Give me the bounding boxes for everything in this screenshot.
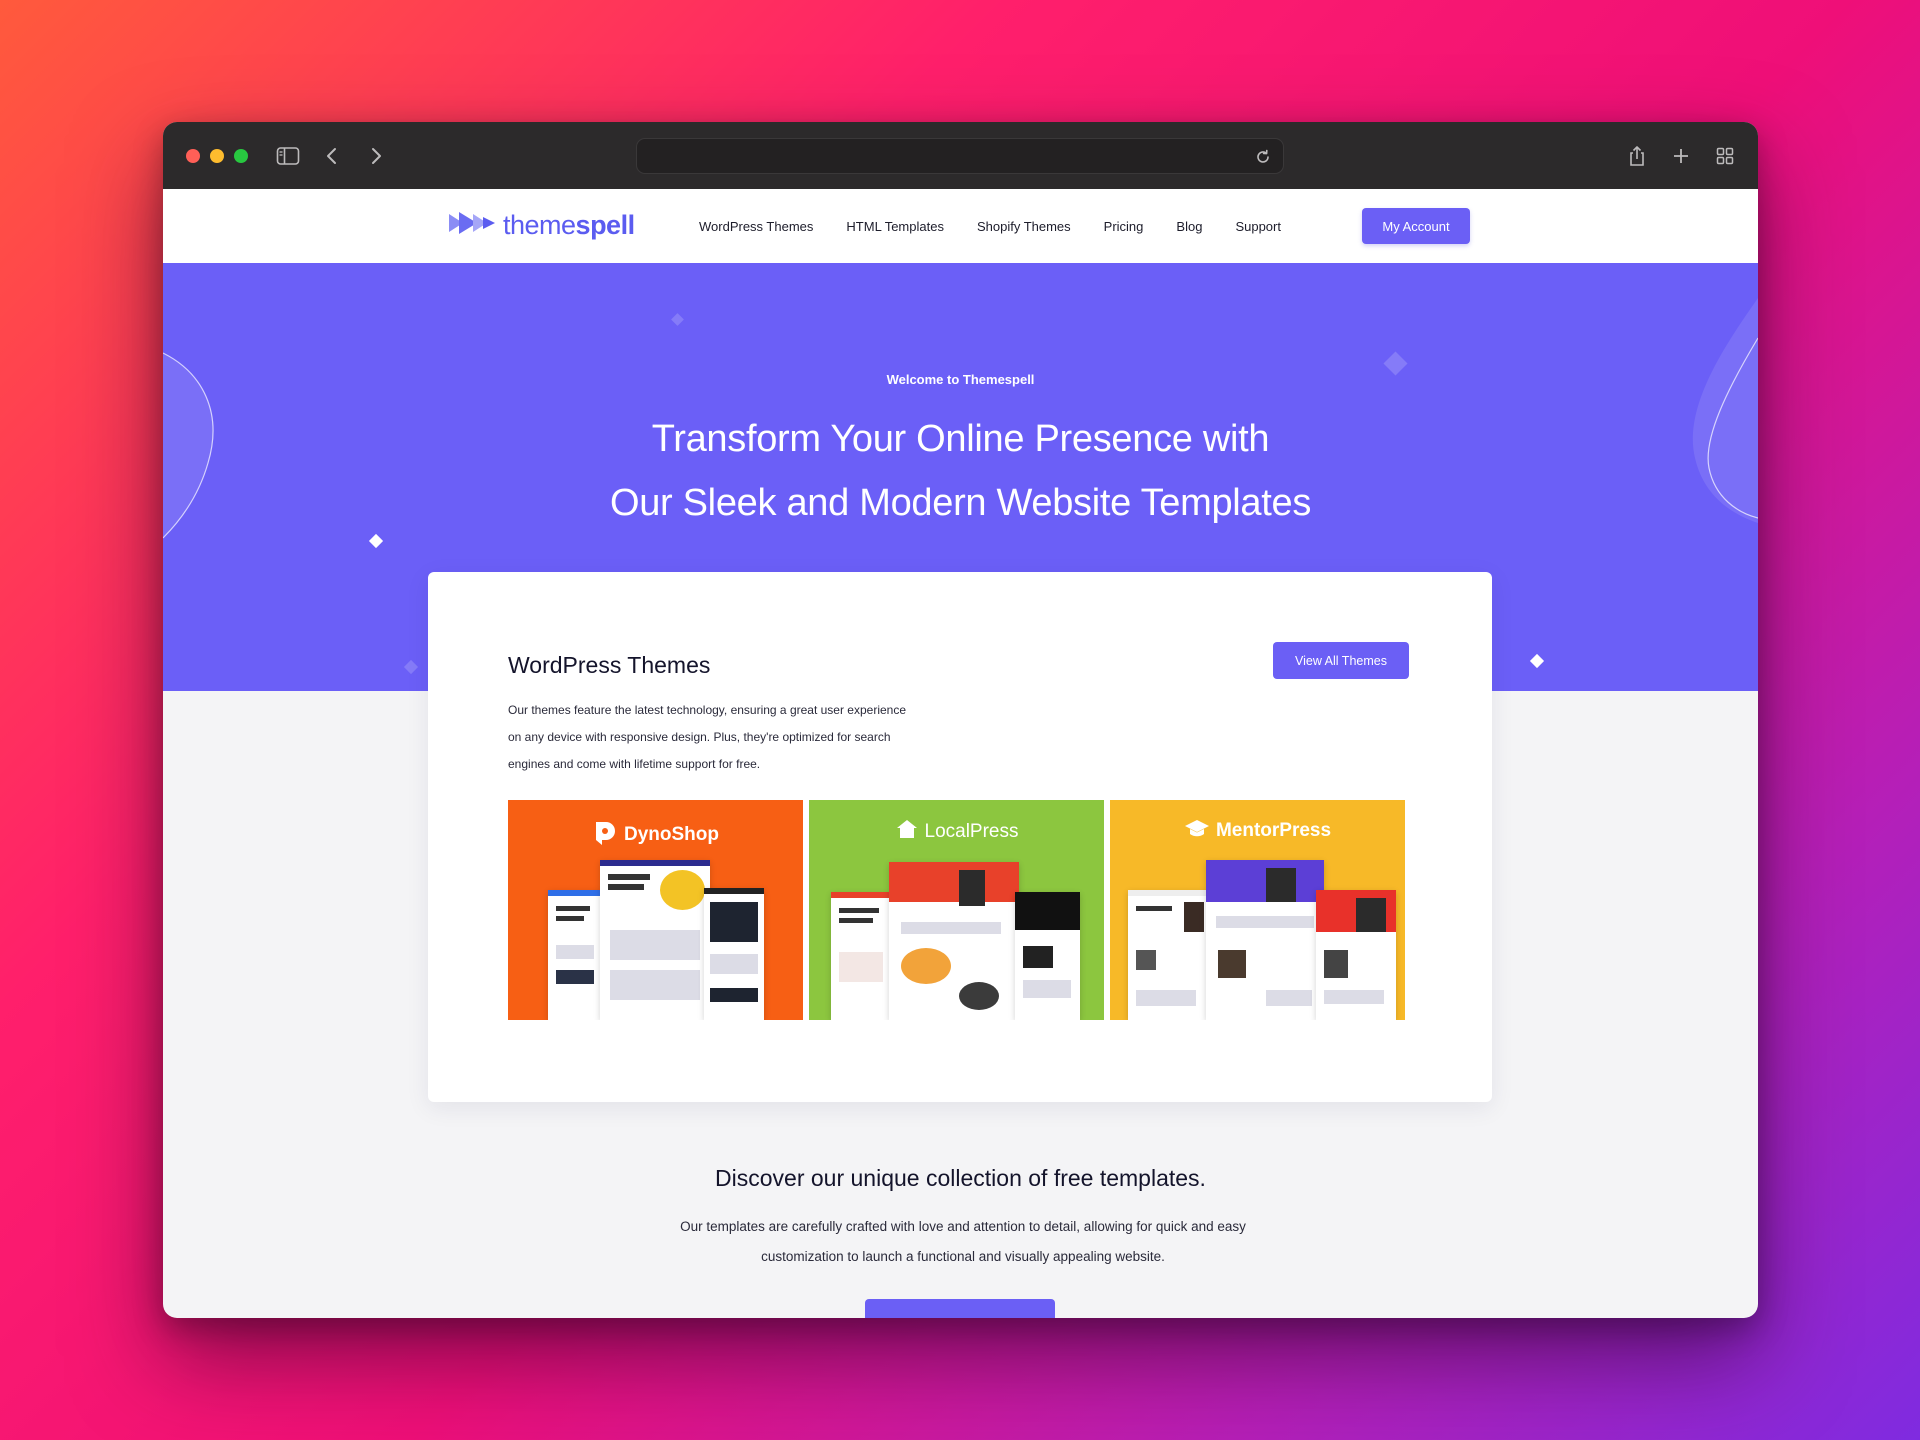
- minimize-window-button[interactable]: [210, 149, 224, 163]
- theme-title: MentorPress: [1110, 818, 1405, 844]
- logo-wordmark: themespell: [503, 209, 635, 240]
- localpress-logo-icon: [895, 818, 919, 846]
- forward-icon[interactable]: [362, 142, 390, 170]
- view-all-themes-button[interactable]: View All Themes: [1273, 642, 1409, 679]
- theme-preview: [1206, 860, 1324, 1020]
- sidebar-icon[interactable]: [274, 142, 302, 170]
- wordpress-themes-card: WordPress Themes View All Themes Our the…: [428, 572, 1492, 1102]
- my-account-button[interactable]: My Account: [1362, 208, 1470, 244]
- hero-diamond-decoration: [1529, 653, 1545, 669]
- nav-blog[interactable]: Blog: [1176, 219, 1202, 234]
- tabs-overview-icon[interactable]: [1711, 142, 1739, 170]
- theme-preview: [889, 862, 1019, 1020]
- main-nav: WordPress Themes HTML Templates Shopify …: [699, 189, 1314, 263]
- mentorpress-logo-icon: [1184, 818, 1210, 844]
- dynoshop-logo-icon: [592, 818, 618, 852]
- theme-card-mentorpress[interactable]: MentorPress: [1110, 800, 1405, 1020]
- theme-card-dynoshop[interactable]: DynoShop: [508, 800, 803, 1020]
- nav-wordpress-themes[interactable]: WordPress Themes: [699, 219, 813, 234]
- theme-preview: [1316, 890, 1396, 1020]
- theme-preview: [548, 890, 603, 1020]
- nav-shopify-themes[interactable]: Shopify Themes: [977, 219, 1071, 234]
- address-bar[interactable]: [636, 138, 1284, 174]
- card-description: Our themes feature the latest technology…: [508, 703, 907, 771]
- window-controls: [186, 149, 248, 163]
- collection-cta-button[interactable]: [865, 1299, 1055, 1318]
- reload-icon[interactable]: [1253, 147, 1273, 167]
- zoom-window-button[interactable]: [234, 149, 248, 163]
- theme-preview: [704, 888, 764, 1020]
- theme-preview: [831, 892, 891, 1020]
- share-icon[interactable]: [1623, 142, 1651, 170]
- nav-html-templates[interactable]: HTML Templates: [846, 219, 944, 234]
- collection-description: Our templates are carefully crafted with…: [680, 1219, 1246, 1264]
- close-window-button[interactable]: [186, 149, 200, 163]
- hero-headline: Transform Your Online Presence with Our …: [163, 407, 1758, 535]
- theme-title: DynoShop: [508, 818, 803, 852]
- theme-preview: [1015, 892, 1080, 1020]
- hero-diamond-decoration: [368, 533, 384, 549]
- theme-card-localpress[interactable]: LocalPress: [809, 800, 1104, 1020]
- theme-preview: [600, 860, 710, 1020]
- themespell-logo[interactable]: themespell: [447, 207, 635, 243]
- hero-headline-line1: Transform Your Online Presence with: [651, 418, 1270, 460]
- browser-window: themespell WordPress Themes HTML Templat…: [163, 122, 1758, 1318]
- theme-preview: [1128, 890, 1208, 1020]
- back-icon[interactable]: [318, 142, 346, 170]
- logo-icon: [447, 208, 497, 243]
- browser-titlebar: [163, 122, 1758, 189]
- hero-headline-line2: Our Sleek and Modern Website Templates: [609, 482, 1312, 524]
- card-title: WordPress Themes: [508, 652, 711, 678]
- nav-support[interactable]: Support: [1235, 219, 1281, 234]
- theme-title: LocalPress: [809, 818, 1104, 846]
- theme-gallery: DynoShop LocalPress MentorPress: [508, 800, 1405, 1020]
- new-tab-icon[interactable]: [1667, 142, 1695, 170]
- hero-welcome-text: Welcome to Themespell: [886, 372, 1035, 387]
- site-header: themespell WordPress Themes HTML Templat…: [163, 189, 1758, 263]
- nav-pricing[interactable]: Pricing: [1104, 219, 1144, 234]
- collection-title: Discover our unique collection of free t…: [715, 1165, 1206, 1191]
- hero-diamond-decoration: [671, 313, 684, 326]
- hero-diamond-decoration: [403, 659, 419, 675]
